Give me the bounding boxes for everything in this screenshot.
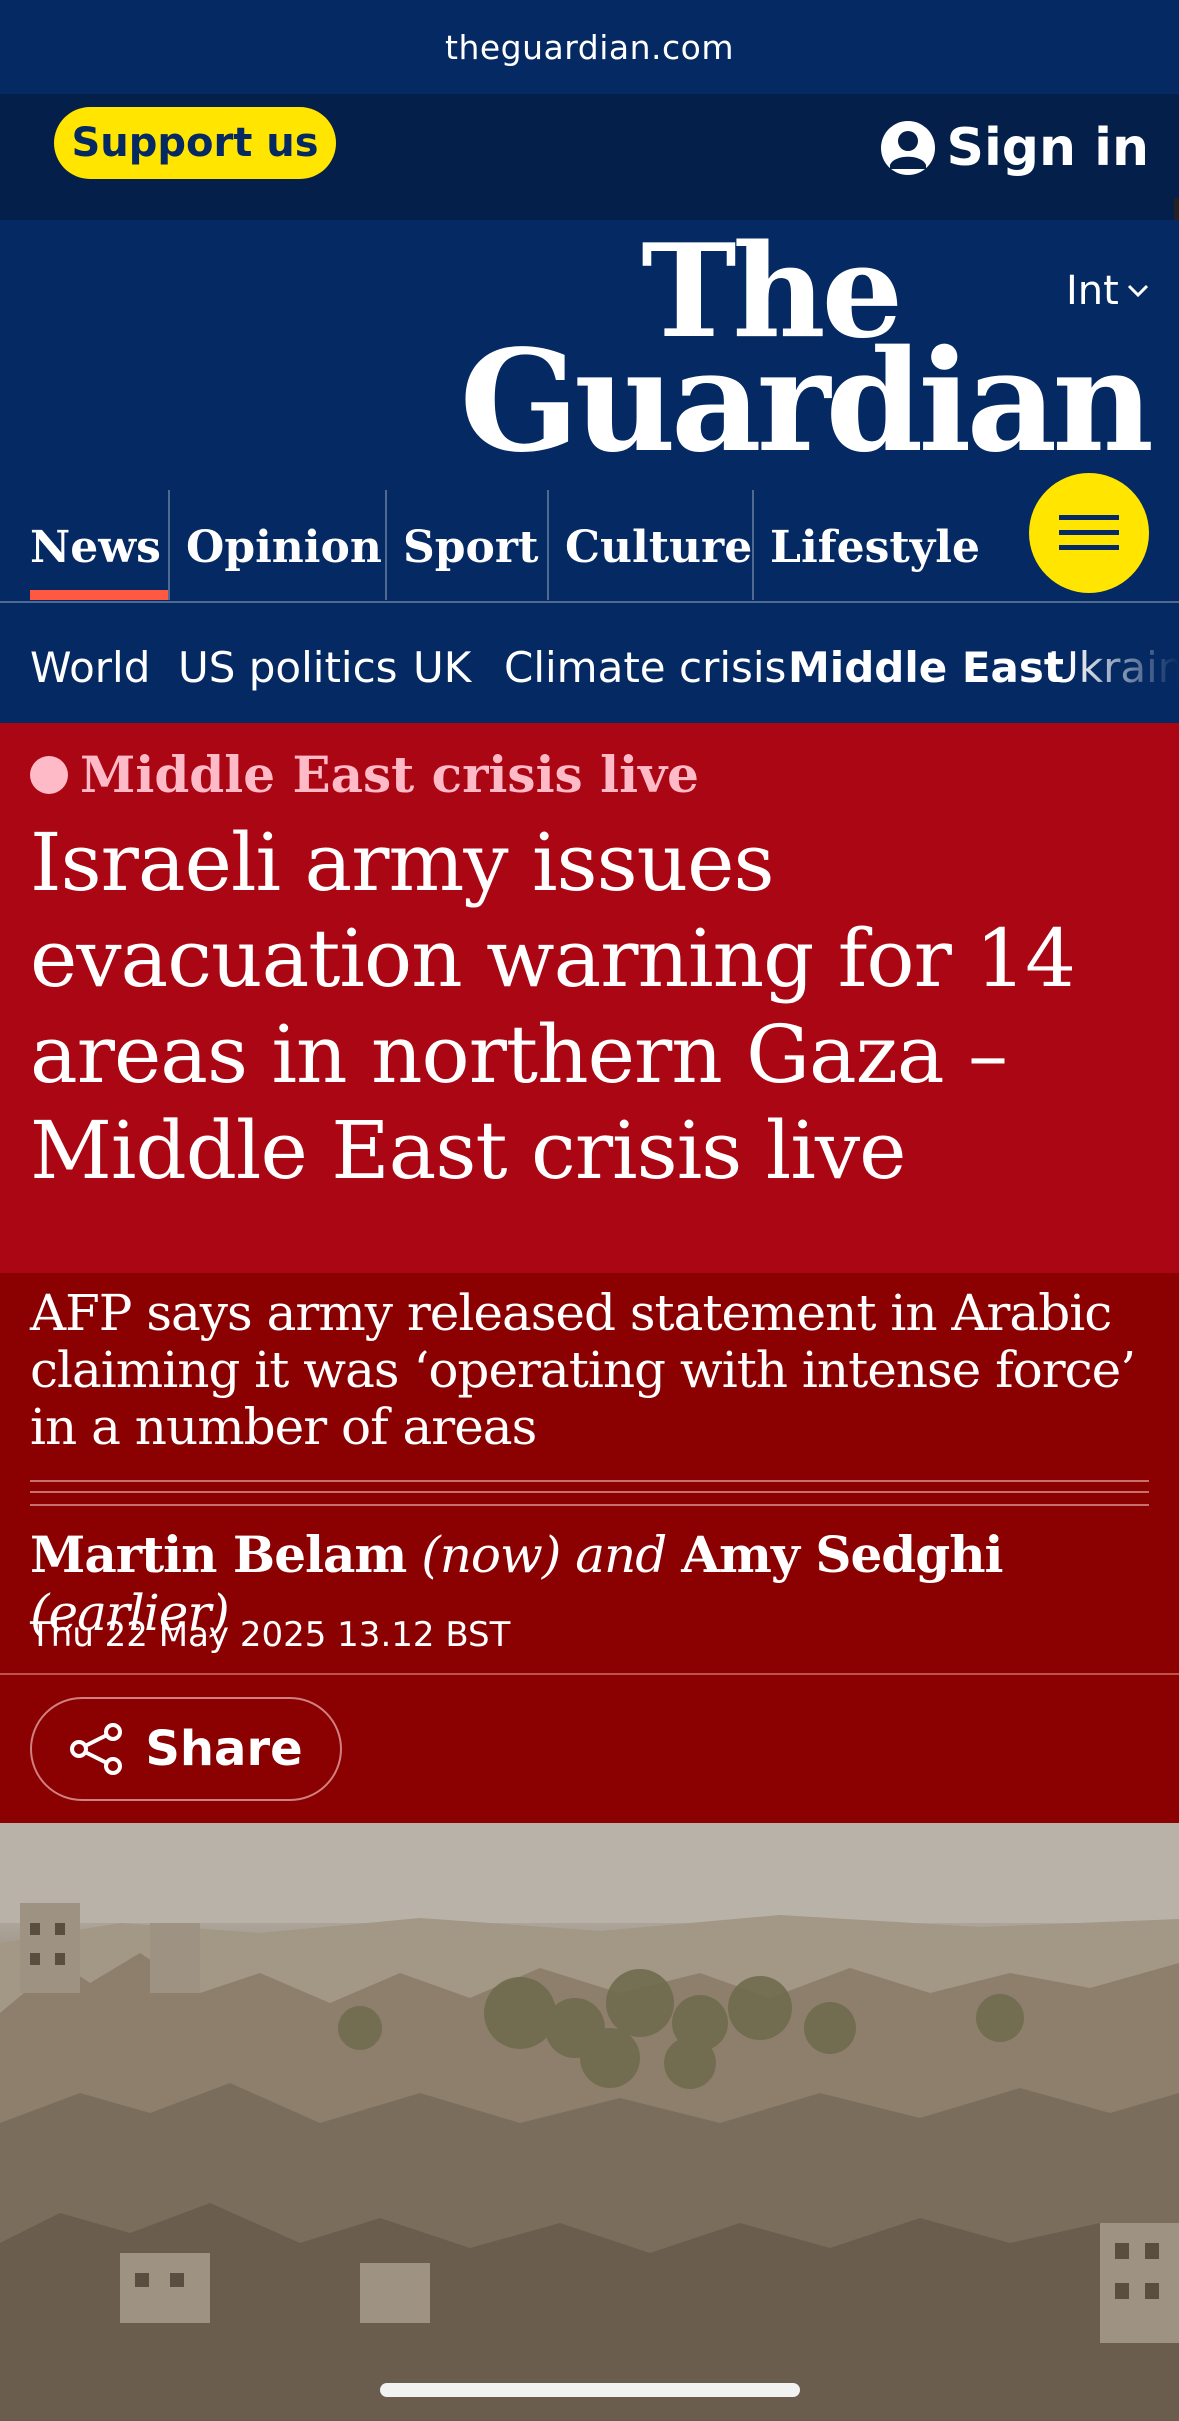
browser-url-bar[interactable]: theguardian.com — [0, 0, 1179, 94]
live-dot-icon — [30, 755, 68, 794]
pillar-culture-label: Culture — [565, 522, 753, 573]
pillar-nav: News Opinion Sport Culture Lifestyle — [0, 490, 1179, 600]
masthead: Int The Guardian News Opinion Sport Cult… — [0, 220, 1179, 602]
top-bar: Support us Sign in — [0, 94, 1179, 308]
article-date: Thu 22 May 2025 13.12 BST — [30, 1615, 511, 1655]
pillar-opinion[interactable]: Opinion — [168, 490, 385, 600]
subnav-item-world[interactable]: World — [30, 643, 150, 692]
guardian-logo[interactable]: The Guardian — [459, 228, 1154, 484]
logo-line-2: Guardian — [459, 320, 1154, 484]
meta-divider — [0, 1673, 1179, 1675]
subnav-item-us-politics[interactable]: US politics — [178, 643, 398, 692]
subnav-item-middle-east[interactable]: Middle East — [788, 643, 1064, 692]
author-note-1: (now) — [421, 1526, 561, 1584]
pillar-sport[interactable]: Sport — [385, 490, 547, 600]
kicker-label: Middle East crisis live — [80, 745, 699, 804]
sign-in-link[interactable]: Sign in — [880, 112, 1149, 184]
article-main-image — [0, 1823, 1179, 2421]
account-icon — [880, 121, 935, 175]
pillar-opinion-label: Opinion — [186, 522, 382, 573]
author-link-2[interactable]: Amy Sedghi — [681, 1525, 1003, 1584]
home-indicator[interactable] — [380, 2383, 800, 2397]
pillar-news-label: News — [30, 522, 161, 573]
hamburger-menu-icon — [1059, 515, 1119, 550]
share-button[interactable]: Share — [30, 1697, 342, 1801]
menu-button[interactable] — [1029, 473, 1149, 593]
share-label: Share — [145, 1721, 303, 1777]
support-us-button[interactable]: Support us — [54, 107, 336, 179]
headline-block: Middle East crisis live Israeli army iss… — [0, 723, 1179, 1273]
author-link-1[interactable]: Martin Belam — [30, 1525, 407, 1584]
share-icon — [70, 1723, 123, 1775]
article-headline: Israeli army issues evacuation warning f… — [30, 816, 1076, 1197]
standfirst-rules — [30, 1480, 1149, 1506]
live-kicker[interactable]: Middle East crisis live — [30, 745, 699, 804]
sign-in-label: Sign in — [946, 118, 1149, 178]
standfirst-block: AFP says army released statement in Arab… — [0, 1273, 1179, 1823]
byline-conjunction: and — [575, 1526, 667, 1584]
pillar-news[interactable]: News — [14, 490, 168, 600]
url-text: theguardian.com — [445, 27, 734, 67]
subnav-item-uk[interactable]: UK — [413, 643, 471, 692]
subnav-fade — [1069, 603, 1179, 723]
subnav-item-climate-crisis[interactable]: Climate crisis — [504, 643, 786, 692]
pillar-active-indicator — [30, 590, 168, 600]
photo-rubble-scene — [0, 1823, 1179, 2421]
pillar-sport-label: Sport — [403, 522, 539, 573]
section-subnav: World US politics UK Climate crisis Midd… — [0, 603, 1179, 723]
pillar-lifestyle[interactable]: Lifestyle — [752, 490, 992, 600]
pillar-culture[interactable]: Culture — [547, 490, 752, 600]
pillar-lifestyle-label: Lifestyle — [770, 522, 980, 573]
article-standfirst: AFP says army released statement in Arab… — [30, 1284, 1136, 1456]
